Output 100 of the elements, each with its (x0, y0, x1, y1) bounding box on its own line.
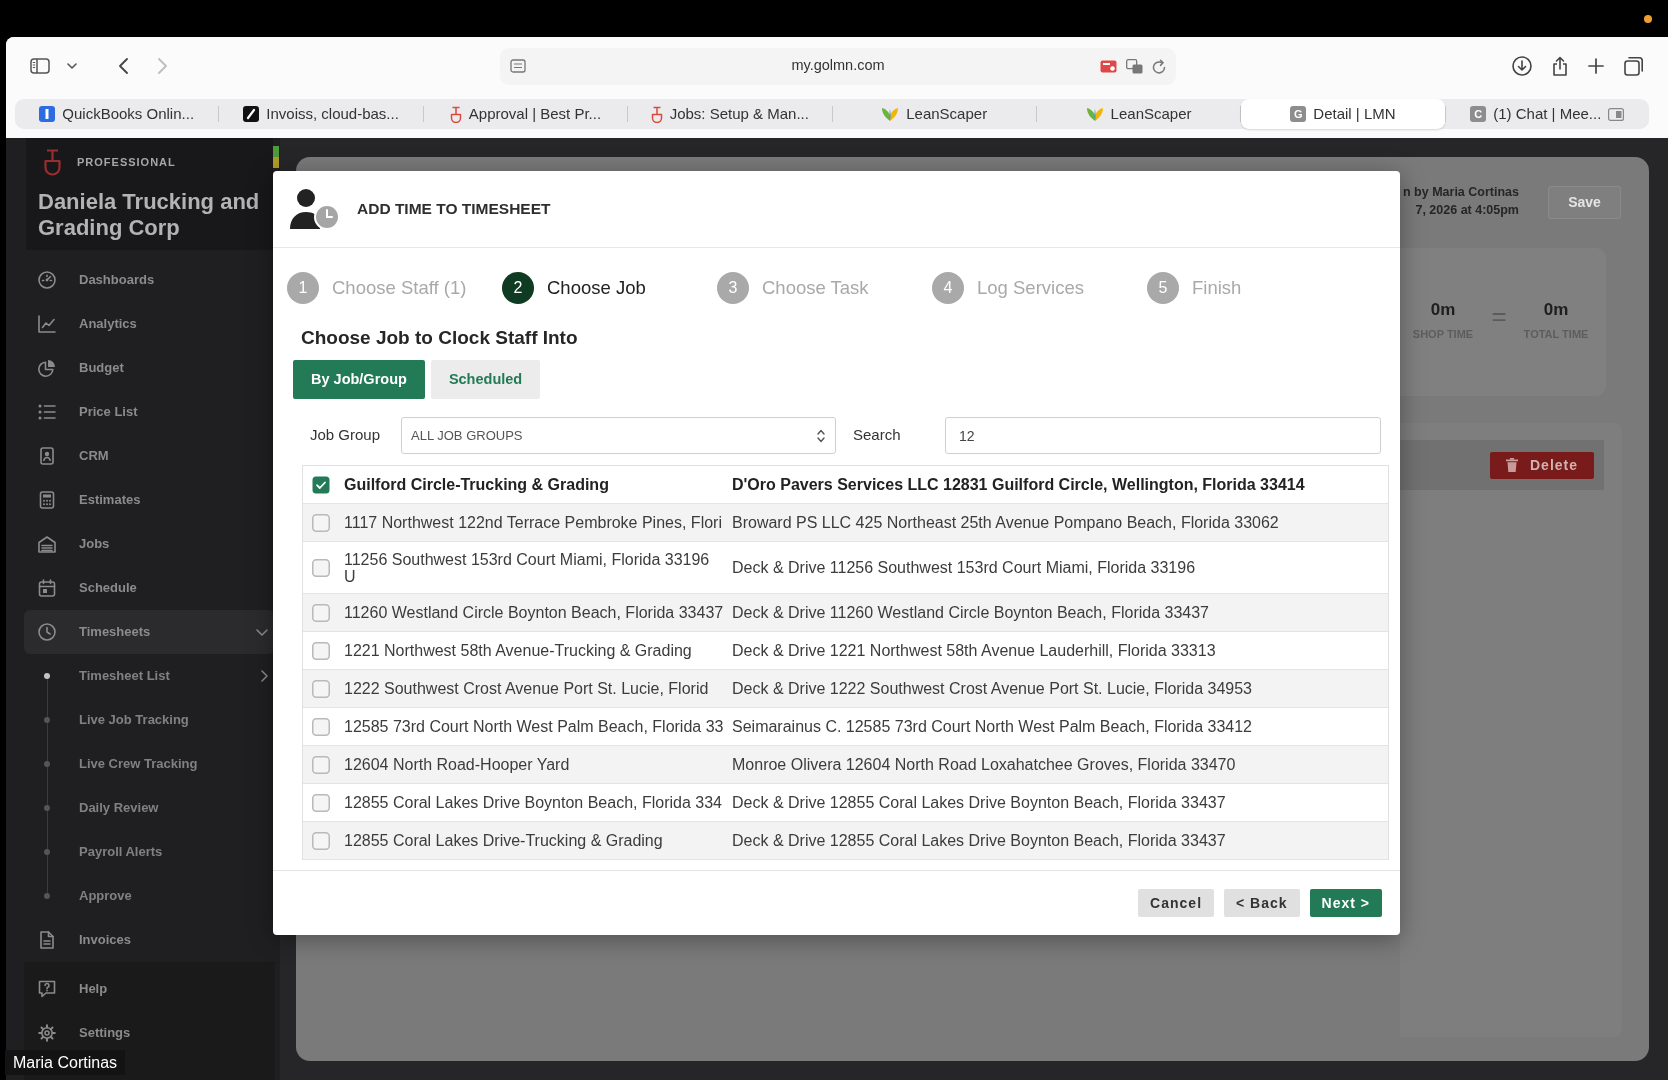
browser-tab[interactable]: G Detail | LMN (1241, 99, 1445, 129)
nav-item[interactable]: CRM (24, 434, 275, 478)
browser-tab[interactable]: Invoiss, cloud-bas... (219, 99, 423, 129)
browser-tab[interactable]: LeanScaper (832, 99, 1036, 129)
nav-item[interactable]: Budget (24, 346, 275, 390)
checkbox[interactable] (312, 679, 330, 698)
client-address: Deck & Drive 12855 Coral Lakes Drive Boynton Beach, Florida 33437 (732, 792, 1227, 813)
trash-icon (1506, 458, 1518, 472)
nav-subitem[interactable]: Payroll Alerts (24, 830, 275, 874)
job-row[interactable]: 12604 North Road-Hooper Yard Monroe Olivera 12604 North Road Loxahatchee Groves, Florida 33470 (303, 746, 1388, 784)
nav-item[interactable]: Price List (24, 390, 275, 434)
checkbox[interactable] (312, 755, 330, 774)
slash-logo-icon (243, 106, 260, 122)
job-row[interactable]: 11260 Westland Circle Boynton Beach, Florida 33437 Deck & Drive 11260 Westland Circle Boynton Beach, Florida 33437 (303, 594, 1388, 632)
indicator-icon (273, 146, 279, 168)
search-field[interactable]: 12 (945, 417, 1381, 454)
step-label: Finish (1192, 276, 1242, 301)
window-icon (1608, 107, 1625, 121)
time-value: 0m (1429, 300, 1457, 320)
step-number: 3 (717, 272, 749, 304)
job-row[interactable]: 1117 Northwest 122nd Terrace Pembroke Pines, Flori Broward PS LLC 425 Northeast 25th Avenue Pompano Beach, Florida 33062 (303, 504, 1388, 542)
nav-subitem[interactable]: Approve (24, 874, 275, 918)
dialog-button[interactable]: Cancel (1138, 889, 1215, 917)
audit-text: n by Maria Cortinas (1403, 184, 1519, 201)
checkbox[interactable] (312, 831, 330, 850)
chevron-down-icon[interactable] (67, 63, 77, 69)
pie-chart-icon (38, 359, 56, 377)
field-label: Search (853, 425, 902, 446)
share-icon[interactable] (1552, 56, 1568, 76)
step-label: Log Services (977, 276, 1084, 301)
nav-item[interactable]: Help (24, 967, 275, 1011)
nav-subitem[interactable]: Timesheet List (24, 654, 275, 698)
nav-item[interactable]: Timesheets (24, 610, 275, 654)
shovel-logo-icon (43, 149, 62, 176)
job-row[interactable]: 12855 Coral Lakes Drive-Trucking & Grading Deck & Drive 12855 Coral Lakes Drive Boynton Beach, Florida 33437 (303, 822, 1388, 860)
sidebar-toggle-icon[interactable] (30, 58, 50, 74)
client-address: Deck & Drive 11260 Westland Circle Boynton Beach, Florida 33437 (732, 602, 1210, 623)
nav-item[interactable]: Schedule (24, 566, 275, 610)
leaf-logo-icon (1085, 106, 1104, 122)
delete-button[interactable]: Delete (1490, 451, 1594, 479)
browser-tab[interactable]: Jobs: Setup & Man... (628, 99, 832, 129)
plus-icon[interactable] (1588, 58, 1604, 74)
garage-icon (38, 535, 56, 553)
browser-tab[interactable]: LeanScaper (1036, 99, 1241, 129)
job-name: Guilford Circle-Trucking & Grading (344, 476, 610, 493)
view-tab[interactable]: By Job/Group (293, 360, 425, 399)
job-row[interactable]: 1222 Southwest Crost Avenue Port St. Lucie, Florid Deck & Drive 1222 Southwest Crost Avenue Port St. Lucie, Florida 34953 (303, 670, 1388, 708)
settings-icon (38, 1024, 56, 1042)
leaf-logo-icon (881, 106, 900, 122)
nav-subitem[interactable]: Daily Review (24, 786, 275, 830)
checkbox[interactable] (312, 641, 330, 660)
job-group-select[interactable]: ALL JOB GROUPS (401, 417, 836, 454)
shovel-logo-icon (449, 105, 462, 123)
checkbox[interactable] (312, 793, 330, 812)
square-logo-icon (39, 106, 56, 122)
dialog-button[interactable]: < Back (1224, 889, 1300, 917)
nav-item[interactable]: Jobs (24, 522, 275, 566)
browser-tab[interactable]: C (1) Chat | Mee... (1445, 99, 1649, 129)
step-number: 1 (287, 272, 319, 304)
nav-item[interactable]: Invoices (24, 918, 275, 962)
calendar-icon (38, 579, 56, 597)
job-name: 1222 Southwest Crost Avenue Port St. Lucie, Florid (344, 680, 710, 697)
download-icon[interactable] (1512, 56, 1532, 76)
job-name: 1117 Northwest 122nd Terrace Pembroke Pines, Flori (344, 514, 723, 531)
client-address: D'Oro Pavers Services LLC 12831 Guilford Circle, Wellington, Florida 33414 (732, 474, 1306, 495)
calculator-icon (38, 491, 56, 509)
client-address: Seimarainus C. 12585 73rd Court North West Palm Beach, Florida 33412 (732, 716, 1253, 737)
job-name: 12604 North Road-Hooper Yard (344, 756, 571, 773)
checkbox[interactable] (312, 603, 330, 622)
nav-subitem[interactable]: Live Crew Tracking (24, 742, 275, 786)
sort-caret-icon (817, 428, 825, 443)
letter-favicon: G (1290, 106, 1307, 122)
back-icon[interactable] (119, 58, 128, 74)
view-tab[interactable]: Scheduled (430, 360, 541, 399)
browser-tab[interactable]: QuickBooks Onlin... (15, 99, 219, 129)
nav-subitem[interactable]: Live Job Tracking (24, 698, 275, 742)
line-chart-icon (38, 315, 56, 333)
nav-item[interactable]: Dashboards (24, 258, 275, 302)
checkbox[interactable] (312, 717, 330, 736)
job-name: 12585 73rd Court North West Palm Beach, Florida 33 (344, 718, 725, 735)
letter-favicon: C (1470, 106, 1487, 122)
browser-tab[interactable]: Approval | Best Pr... (423, 99, 628, 129)
text-lines-icon[interactable] (510, 59, 526, 73)
nav-item[interactable]: Analytics (24, 302, 275, 346)
reload-icon[interactable] (1152, 58, 1166, 74)
job-name: 12855 Coral Lakes Drive Boynton Beach, Florida 334 (344, 794, 723, 811)
checkbox[interactable] (312, 558, 330, 577)
checkbox[interactable] (312, 513, 330, 532)
next-button[interactable]: Next > (1309, 889, 1382, 917)
card-icon[interactable] (1100, 59, 1117, 73)
stacked-squares-icon[interactable] (1624, 56, 1644, 76)
address-bar[interactable]: my.golmn.com (500, 47, 1176, 85)
document-icon (38, 931, 56, 949)
step-number: 4 (932, 272, 964, 304)
checkbox[interactable] (312, 475, 330, 494)
nav-item[interactable]: Estimates (24, 478, 275, 522)
indicator-dot-icon (1644, 14, 1652, 23)
overlapping-squares-icon[interactable] (1126, 58, 1143, 74)
help-icon (38, 980, 56, 998)
audit-text: 7, 2026 at 4:05pm (1414, 202, 1519, 219)
